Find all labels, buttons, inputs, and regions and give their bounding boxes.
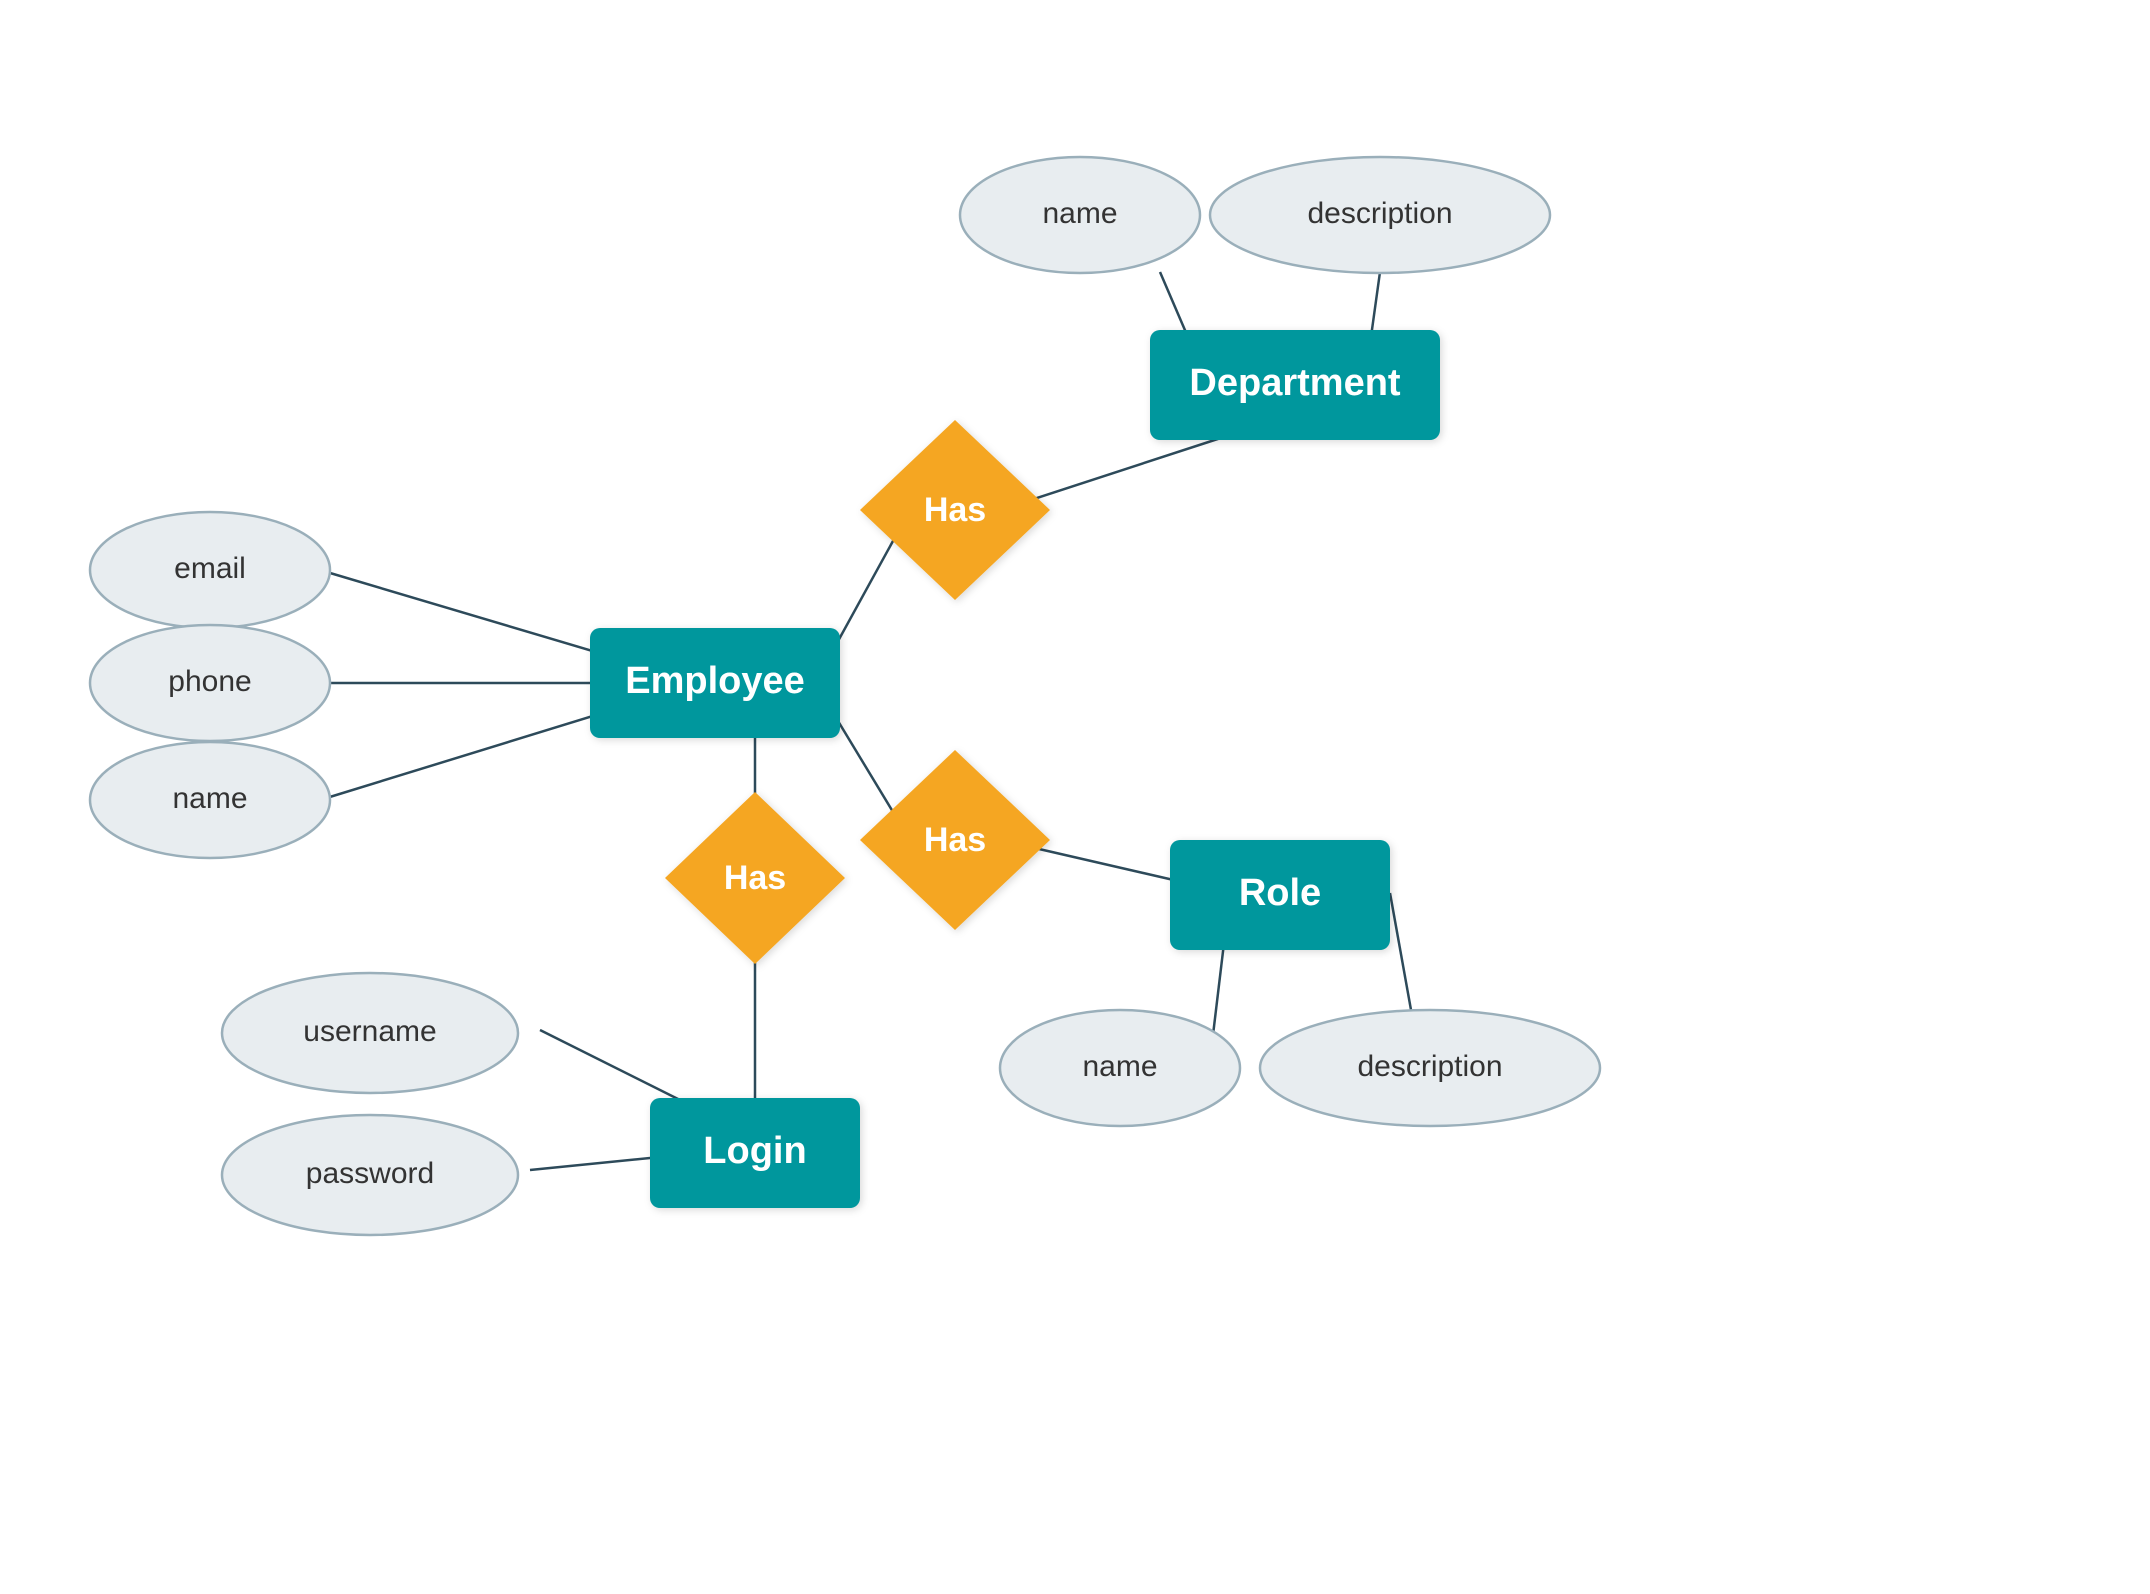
relation-has-dept-label: Has [924,491,986,529]
attr-dept-desc-label: description [1307,197,1452,230]
attr-role-name-label: name [1082,1050,1157,1083]
attr-dept-name-label: name [1042,197,1117,230]
entity-role-label: Role [1239,872,1321,914]
relation-has-login-label: Has [724,859,786,897]
entity-department-label: Department [1189,362,1400,404]
attr-username-label: username [303,1015,436,1048]
entity-employee-label: Employee [625,660,805,702]
attr-phone-label: phone [168,665,251,698]
attr-email-label: email [174,552,246,585]
er-diagram: email phone name name description name d… [0,0,2150,1594]
relation-has-role-label: Has [924,821,986,859]
attr-name-label: name [172,782,247,815]
attr-password-label: password [306,1157,434,1190]
line-login-username [540,1030,680,1100]
attr-role-desc-label: description [1357,1050,1502,1083]
entity-login-label: Login [703,1130,806,1172]
